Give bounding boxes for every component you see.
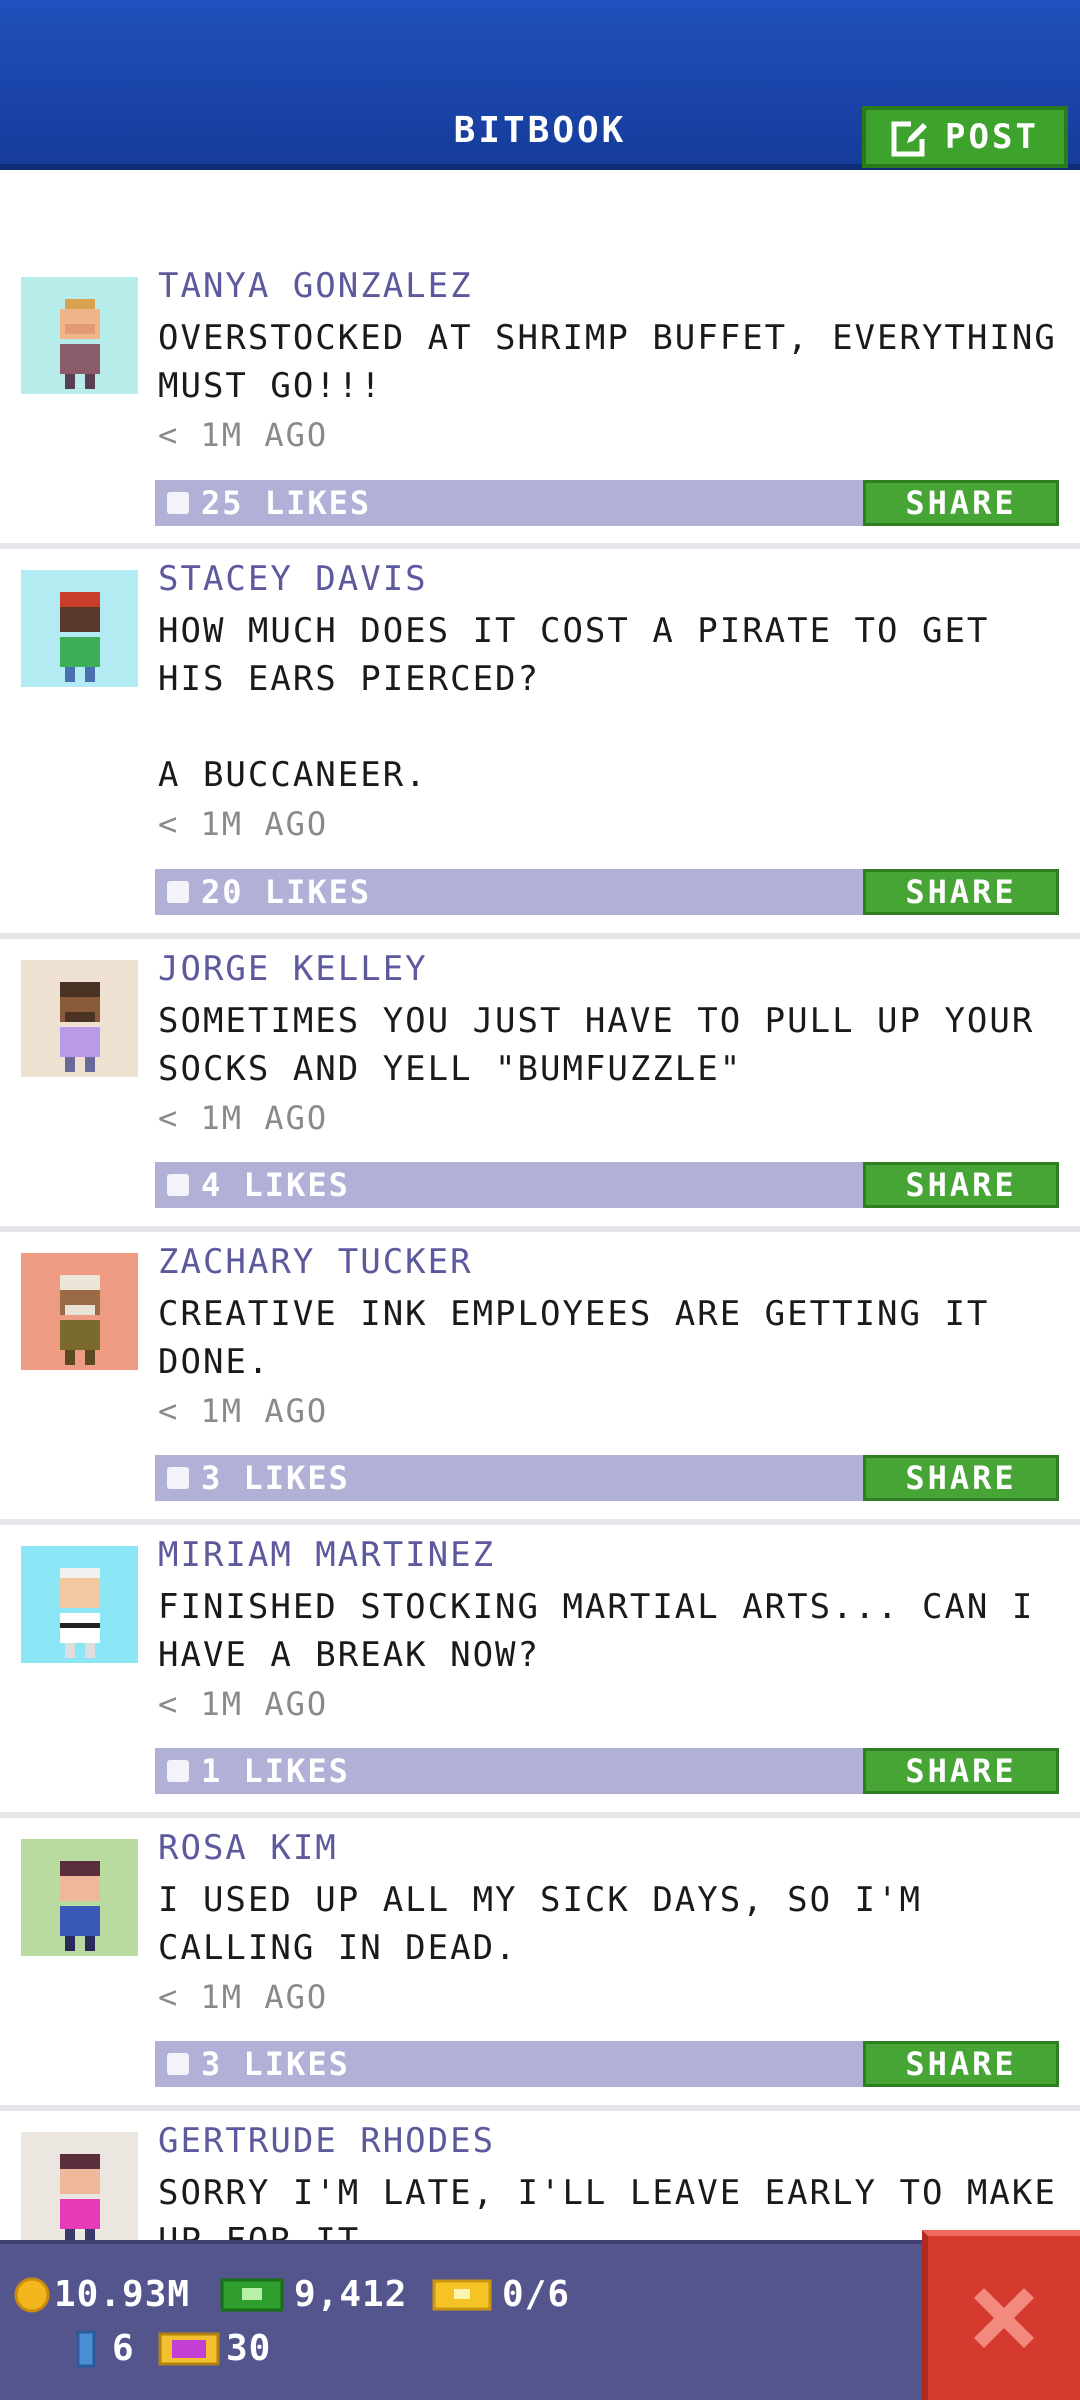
post-author[interactable]: TANYA GONZALEZ <box>158 266 473 306</box>
share-button[interactable]: SHARE <box>863 1162 1059 1208</box>
bux-icon <box>220 2278 284 2311</box>
likes-bar[interactable]: 25 LIKES <box>155 480 863 526</box>
share-button[interactable]: SHARE <box>863 1455 1059 1501</box>
post-message: OVERSTOCKED AT SHRIMP BUFFET, EVERYTHING… <box>158 318 1057 406</box>
avatar[interactable] <box>21 1253 138 1370</box>
post-author[interactable]: GERTRUDE RHODES <box>158 2121 495 2161</box>
vip-value: 30 <box>226 2328 272 2369</box>
feed-post: GERTRUDE RHODES SORRY I'M LATE, I'LL LEA… <box>0 2111 1080 2240</box>
feed-post: MIRIAM MARTINEZ FINISHED STOCKING MARTIA… <box>0 1525 1080 1818</box>
bux-value: 9,412 <box>294 2274 408 2315</box>
likes-count: 4 LIKES <box>201 1166 350 1204</box>
likes-bar[interactable]: 1 LIKES <box>155 1748 863 1794</box>
likes-count: 1 LIKES <box>201 1752 350 1790</box>
post-button-label: POST <box>945 117 1039 157</box>
vip-stat: 30 <box>158 2328 271 2369</box>
post-button[interactable]: POST <box>862 106 1068 168</box>
feed-post: TANYA GONZALEZ OVERSTOCKED AT SHRIMP BUF… <box>0 170 1080 549</box>
currency-bar: 10.93M 9,412 0/6 6 30 <box>0 2240 1080 2400</box>
post-time: < 1M AGO <box>158 416 329 454</box>
share-button[interactable]: SHARE <box>863 480 1059 526</box>
keys-stat: 6 <box>72 2328 135 2369</box>
coins-value: 10.93M <box>54 2274 191 2315</box>
thumbs-up-icon <box>167 1174 189 1196</box>
post-time: < 1M AGO <box>158 1685 329 1723</box>
close-button[interactable] <box>922 2230 1080 2400</box>
post-author[interactable]: ROSA KIM <box>158 1828 338 1868</box>
post-time: < 1M AGO <box>158 805 329 843</box>
thumbs-up-icon <box>167 1467 189 1489</box>
tickets-value: 0/6 <box>502 2274 571 2315</box>
feed-post: STACEY DAVIS HOW MUCH DOES IT COST A PIR… <box>0 549 1080 939</box>
thumbs-up-icon <box>167 1760 189 1782</box>
avatar[interactable] <box>21 570 138 687</box>
likes-count: 20 LIKES <box>201 873 372 911</box>
keys-value: 6 <box>112 2328 135 2369</box>
feed-post: ROSA KIM I USED UP ALL MY SICK DAYS, SO … <box>0 1818 1080 2111</box>
vip-icon <box>158 2332 220 2365</box>
thumbs-up-icon <box>167 492 189 514</box>
likes-bar[interactable]: 20 LIKES <box>155 869 863 915</box>
post-message: HOW MUCH DOES IT COST A PIRATE TO GET HI… <box>158 611 990 795</box>
coin-icon <box>14 2277 50 2312</box>
feed-list[interactable]: TANYA GONZALEZ OVERSTOCKED AT SHRIMP BUF… <box>0 170 1080 2240</box>
thumbs-up-icon <box>167 881 189 903</box>
tickets-stat: 0/6 <box>432 2274 570 2315</box>
likes-bar[interactable]: 4 LIKES <box>155 1162 863 1208</box>
avatar[interactable] <box>21 2132 138 2240</box>
post-message: I USED UP ALL MY SICK DAYS, SO I'M CALLI… <box>158 1880 922 1968</box>
compose-icon <box>891 119 932 157</box>
key-icon <box>76 2330 96 2367</box>
post-time: < 1M AGO <box>158 1099 329 1137</box>
avatar[interactable] <box>21 1839 138 1956</box>
coins-stat: 10.93M <box>14 2274 190 2315</box>
bux-stat: 9,412 <box>220 2274 407 2315</box>
likes-count: 3 LIKES <box>201 2045 350 2083</box>
share-button[interactable]: SHARE <box>863 869 1059 915</box>
thumbs-up-icon <box>167 2053 189 2075</box>
post-time: < 1M AGO <box>158 1392 329 1430</box>
post-message: CREATIVE INK EMPLOYEES ARE GETTING IT DO… <box>158 1294 990 1382</box>
post-author[interactable]: ZACHARY TUCKER <box>158 1242 473 1282</box>
post-time: < 1M AGO <box>158 1978 329 2016</box>
avatar[interactable] <box>21 1546 138 1663</box>
share-button[interactable]: SHARE <box>863 1748 1059 1794</box>
post-author[interactable]: JORGE KELLEY <box>158 949 428 989</box>
ticket-icon <box>432 2279 492 2310</box>
app-header: BITBOOK POST <box>0 0 1080 170</box>
avatar[interactable] <box>21 277 138 394</box>
post-message: SOMETIMES YOU JUST HAVE TO PULL UP YOUR … <box>158 1001 1035 1089</box>
feed-post: ZACHARY TUCKER CREATIVE INK EMPLOYEES AR… <box>0 1232 1080 1525</box>
likes-count: 25 LIKES <box>201 484 372 522</box>
feed-post: JORGE KELLEY SOMETIMES YOU JUST HAVE TO … <box>0 939 1080 1232</box>
close-icon <box>974 2288 1034 2348</box>
share-button[interactable]: SHARE <box>863 2041 1059 2087</box>
post-message: FINISHED STOCKING MARTIAL ARTS... CAN I … <box>158 1587 1035 1675</box>
post-author[interactable]: MIRIAM MARTINEZ <box>158 1535 495 1575</box>
avatar[interactable] <box>21 960 138 1077</box>
likes-count: 3 LIKES <box>201 1459 350 1497</box>
likes-bar[interactable]: 3 LIKES <box>155 1455 863 1501</box>
post-author[interactable]: STACEY DAVIS <box>158 559 428 599</box>
likes-bar[interactable]: 3 LIKES <box>155 2041 863 2087</box>
